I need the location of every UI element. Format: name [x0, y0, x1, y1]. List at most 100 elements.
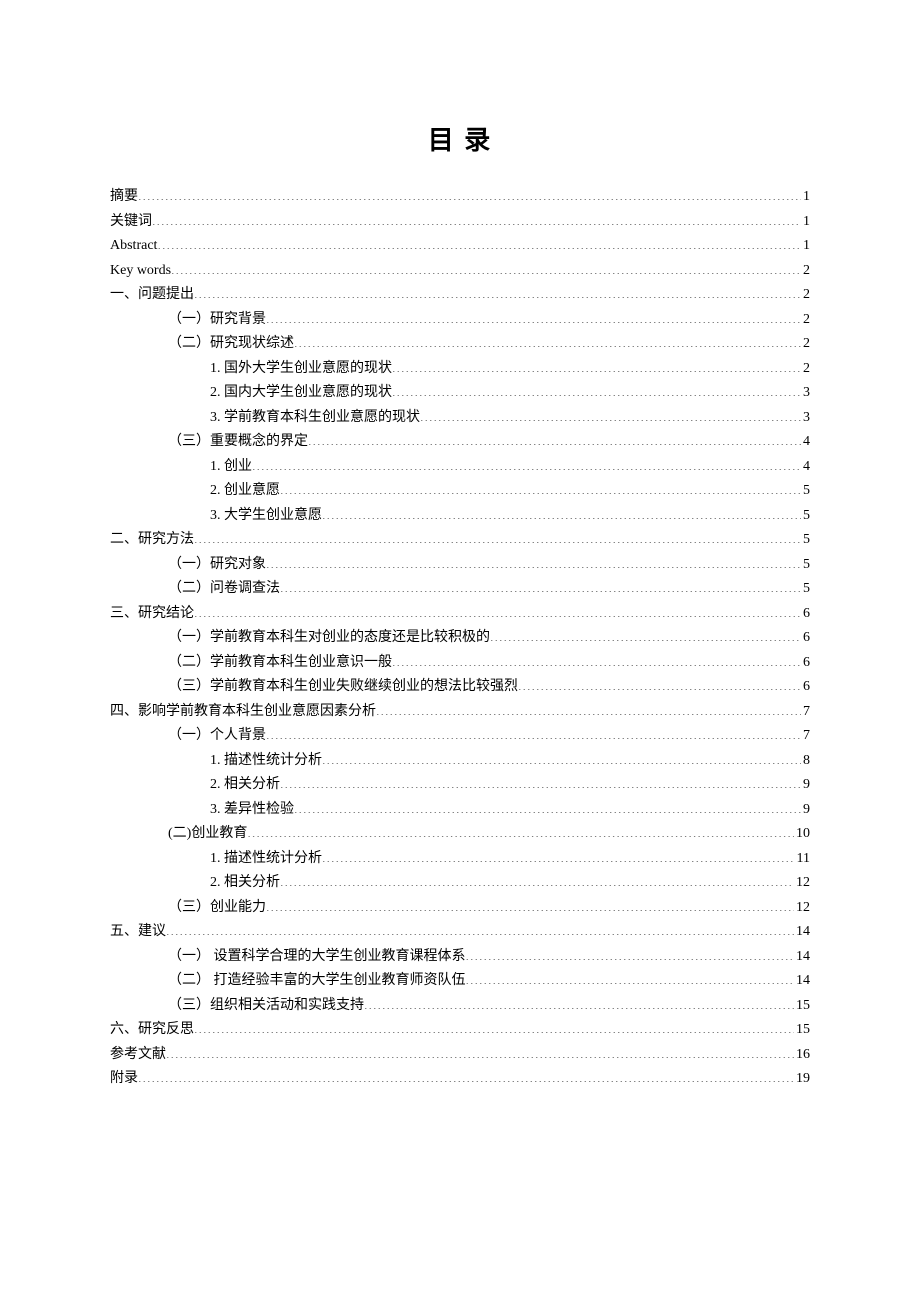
toc-leader-dots	[138, 1068, 794, 1082]
toc-entry-page: 6	[801, 602, 810, 627]
toc-entry[interactable]: 一、问题提出2	[110, 283, 810, 308]
toc-entry-page: 12	[794, 896, 810, 921]
toc-entry-label: 关键词	[110, 210, 152, 235]
toc-entry-label: 1. 国外大学生创业意愿的现状	[210, 357, 392, 382]
toc-entry[interactable]: Key words2	[110, 259, 810, 284]
toc-entry[interactable]: 五、建议14	[110, 920, 810, 945]
toc-entry[interactable]: 二、研究方法5	[110, 528, 810, 553]
toc-leader-dots	[266, 309, 801, 323]
toc-entry[interactable]: 四、影响学前教育本科生创业意愿因素分析7	[110, 700, 810, 725]
toc-entry-label: 2. 创业意愿	[210, 479, 280, 504]
toc-entry[interactable]: 1. 描述性统计分析11	[110, 847, 810, 872]
toc-leader-dots	[490, 627, 801, 641]
toc-entry[interactable]: 3. 学前教育本科生创业意愿的现状3	[110, 406, 810, 431]
toc-entry-page: 3	[801, 381, 810, 406]
toc-leader-dots	[280, 480, 801, 494]
toc-leader-dots	[376, 701, 801, 715]
toc-entry-page: 4	[801, 430, 810, 455]
toc-entry[interactable]: 参考文献16	[110, 1043, 810, 1068]
toc-entry-label: （三）学前教育本科生创业失败继续创业的想法比较强烈	[168, 675, 518, 700]
toc-entry[interactable]: 1. 创业4	[110, 455, 810, 480]
toc-entry-label: （三）创业能力	[168, 896, 266, 921]
toc-entry[interactable]: （一）研究背景2	[110, 308, 810, 333]
toc-container: 摘要1关键词1Abstract1Key words2一、问题提出2（一）研究背景…	[110, 185, 810, 1092]
toc-entry-label: 五、建议	[110, 920, 166, 945]
toc-entry[interactable]: 三、研究结论6	[110, 602, 810, 627]
toc-entry-page: 5	[801, 504, 810, 529]
toc-entry[interactable]: 附录 19	[110, 1067, 810, 1092]
toc-entry[interactable]: 3. 差异性检验 9	[110, 798, 810, 823]
toc-entry-page: 7	[801, 700, 810, 725]
toc-entry-page: 1	[801, 185, 810, 210]
toc-leader-dots	[322, 505, 801, 519]
toc-entry-page: 15	[794, 994, 810, 1019]
toc-entry-label: 2. 国内大学生创业意愿的现状	[210, 381, 392, 406]
toc-entry[interactable]: （一）研究对象5	[110, 553, 810, 578]
toc-entry[interactable]: 六、研究反思 15	[110, 1018, 810, 1043]
toc-entry[interactable]: 1. 国外大学生创业意愿的现状2	[110, 357, 810, 382]
toc-entry-page: 12	[794, 871, 810, 896]
toc-entry[interactable]: （三）创业能力 12	[110, 896, 810, 921]
toc-leader-dots	[392, 358, 801, 372]
toc-entry[interactable]: （一）个人背景7	[110, 724, 810, 749]
toc-entry-label: 参考文献	[110, 1043, 166, 1068]
toc-entry-page: 19	[794, 1067, 810, 1092]
toc-entry-label: （二）研究现状综述	[168, 332, 294, 357]
toc-entry[interactable]: 1. 描述性统计分析8	[110, 749, 810, 774]
toc-entry[interactable]: （二）研究现状综述2	[110, 332, 810, 357]
toc-entry-label: （一）个人背景	[168, 724, 266, 749]
toc-leader-dots	[420, 407, 801, 421]
toc-entry[interactable]: 2. 国内大学生创业意愿的现状 3	[110, 381, 810, 406]
toc-entry[interactable]: （一）学前教育本科生对创业的态度还是比较积极的6	[110, 626, 810, 651]
toc-entry-page: 2	[801, 283, 810, 308]
toc-leader-dots	[280, 872, 794, 886]
toc-entry-page: 5	[801, 528, 810, 553]
toc-entry-page: 6	[801, 675, 810, 700]
toc-entry-page: 5	[801, 577, 810, 602]
toc-leader-dots	[364, 995, 794, 1009]
toc-leader-dots	[194, 529, 801, 543]
toc-leader-dots	[392, 652, 801, 666]
toc-entry[interactable]: （二）问卷调查法5	[110, 577, 810, 602]
toc-entry[interactable]: （三）组织相关活动和实践支持15	[110, 994, 810, 1019]
toc-leader-dots	[194, 603, 801, 617]
toc-leader-dots	[266, 554, 801, 568]
toc-entry-page: 2	[801, 259, 810, 284]
toc-entry-page: 9	[801, 773, 810, 798]
toc-entry-label: 附录	[110, 1067, 138, 1092]
toc-entry-label: 2. 相关分析	[210, 871, 280, 896]
toc-entry-label: 六、研究反思	[110, 1018, 194, 1043]
toc-leader-dots	[138, 186, 801, 200]
toc-entry[interactable]: 关键词 1	[110, 210, 810, 235]
toc-entry-page: 9	[801, 798, 810, 823]
toc-entry-page: 11	[795, 847, 810, 872]
toc-leader-dots	[322, 750, 801, 764]
toc-leader-dots	[294, 333, 801, 347]
toc-leader-dots	[280, 774, 801, 788]
toc-entry-label: 1. 创业	[210, 455, 252, 480]
toc-entry[interactable]: （二） 打造经验丰富的大学生创业教育师资队伍14	[110, 969, 810, 994]
toc-leader-dots	[247, 823, 794, 837]
toc-leader-dots	[266, 725, 801, 739]
toc-entry[interactable]: (二)创业教育10	[110, 822, 810, 847]
toc-leader-dots	[252, 456, 801, 470]
toc-entry[interactable]: 2. 相关分析 12	[110, 871, 810, 896]
toc-entry[interactable]: 2. 创业意愿5	[110, 479, 810, 504]
toc-entry[interactable]: 3. 大学生创业意愿5	[110, 504, 810, 529]
toc-title: 目 录	[110, 120, 810, 157]
toc-leader-dots	[294, 799, 801, 813]
toc-entry[interactable]: （二）学前教育本科生创业意识一般6	[110, 651, 810, 676]
toc-entry[interactable]: （三）重要概念的界定4	[110, 430, 810, 455]
toc-entry[interactable]: 2. 相关分析9	[110, 773, 810, 798]
toc-entry-page: 15	[794, 1018, 810, 1043]
toc-entry-page: 1	[801, 210, 810, 235]
toc-entry[interactable]: Abstract1	[110, 234, 810, 259]
toc-leader-dots	[322, 848, 795, 862]
toc-leader-dots	[266, 897, 794, 911]
toc-entry[interactable]: 摘要1	[110, 185, 810, 210]
toc-entry-label: 1. 描述性统计分析	[210, 749, 322, 774]
toc-leader-dots	[171, 260, 801, 274]
toc-entry[interactable]: （三）学前教育本科生创业失败继续创业的想法比较强烈 6	[110, 675, 810, 700]
toc-entry[interactable]: （一） 设置科学合理的大学生创业教育课程体系14	[110, 945, 810, 970]
toc-entry-label: 3. 差异性检验	[210, 798, 294, 823]
